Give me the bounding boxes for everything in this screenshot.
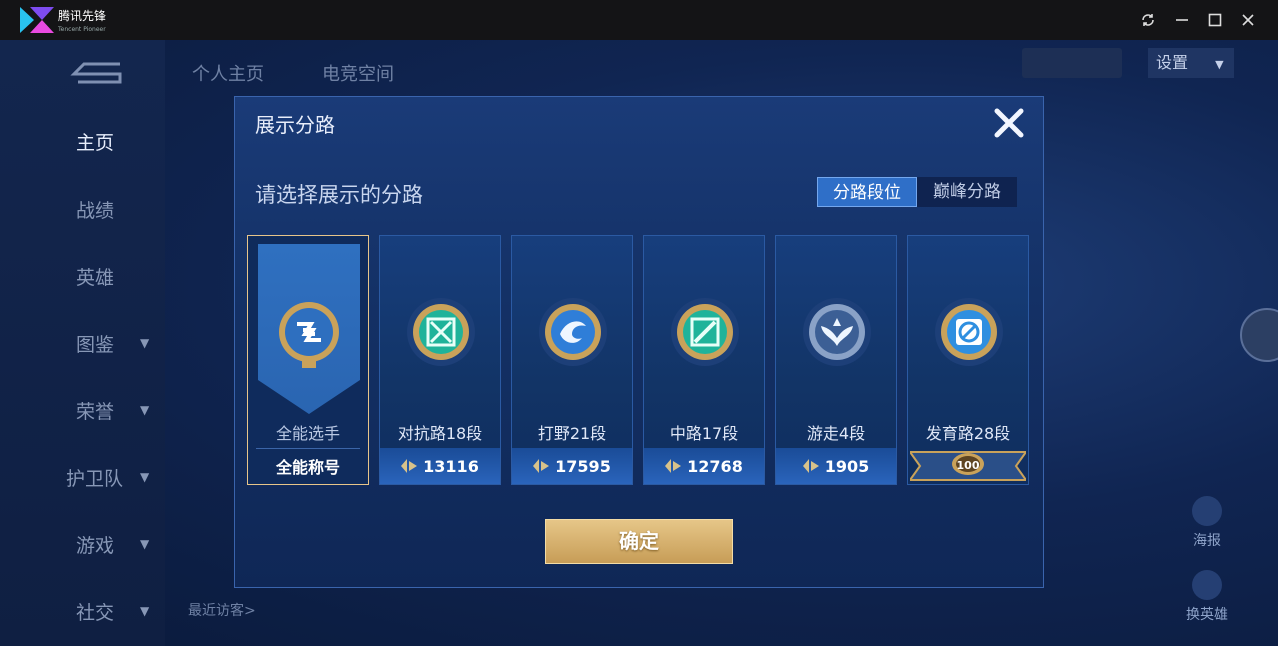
tab-lane-rank[interactable]: 分路段位: [817, 177, 917, 207]
minimize-icon[interactable]: [1172, 10, 1192, 30]
rank-points-icon: [802, 459, 819, 473]
card-name: 游走4段: [806, 424, 866, 443]
back-icon[interactable]: [70, 58, 124, 86]
rank-points: 12768: [687, 456, 743, 476]
refresh-icon[interactable]: [1138, 10, 1158, 30]
lane-card-jungle[interactable]: 打野21段 17595: [511, 235, 633, 485]
lane-card-clash[interactable]: 对抗路18段 13116: [379, 235, 501, 485]
app-logo-icon: [20, 7, 54, 33]
nav-honor[interactable]: 荣誉: [76, 397, 114, 424]
dialog-title: 展示分路: [255, 113, 335, 137]
card-footer: 全能称号: [248, 448, 368, 484]
poster-button[interactable]: 海报: [1180, 496, 1234, 550]
card-footer: 1905: [776, 448, 896, 484]
farm-lane-emblem-icon: [935, 298, 1003, 366]
rank-points: 1905: [824, 456, 870, 476]
poster-icon: [1192, 496, 1222, 526]
roam-emblem-icon: [803, 298, 871, 366]
chevron-down-icon: ▼: [140, 604, 150, 618]
card-footer: 12768: [644, 448, 764, 484]
card-footer-label: 全能称号: [275, 458, 340, 477]
nav-social[interactable]: 社交: [76, 598, 114, 625]
chevron-down-icon: ▼: [140, 470, 150, 484]
lane-card-farm[interactable]: 发育路28段 100: [907, 235, 1029, 485]
close-icon[interactable]: [1238, 10, 1258, 30]
rank-points-icon: [533, 459, 550, 473]
recent-visitors-link[interactable]: 最近访客>: [188, 600, 256, 620]
dialog-subtitle: 请选择展示的分路: [255, 183, 423, 207]
settings-button[interactable]: 设置 ▼: [1148, 48, 1234, 78]
top-rank-number: 100: [956, 459, 980, 472]
title-bar: 腾讯先锋 Tencent Pioneer: [0, 0, 1278, 40]
rank-points-icon: [401, 459, 418, 473]
card-footer: 13116: [380, 448, 500, 484]
nav-atlas[interactable]: 图鉴: [76, 330, 114, 357]
close-icon[interactable]: [991, 105, 1027, 141]
rank-points: 17595: [555, 456, 611, 476]
jungle-emblem-icon: [539, 298, 607, 366]
all-round-emblem-icon: [279, 302, 339, 368]
nav-guard[interactable]: 护卫队: [66, 464, 123, 491]
confirm-button[interactable]: 确定: [545, 519, 733, 564]
lane-card-roam[interactable]: 游走4段 1905: [775, 235, 897, 485]
tab-esports[interactable]: 电竞空间: [322, 60, 394, 86]
app-brand: 腾讯先锋 Tencent Pioneer: [58, 9, 107, 33]
nav-game[interactable]: 游戏: [76, 531, 114, 558]
card-footer: 17595: [512, 448, 632, 484]
maximize-icon[interactable]: [1205, 10, 1225, 30]
nav-home[interactable]: 主页: [76, 128, 114, 155]
vip-badge: [1022, 48, 1122, 78]
change-hero-button[interactable]: 换英雄: [1180, 570, 1234, 624]
tab-profile[interactable]: 个人主页: [192, 60, 264, 86]
lane-mode-switch: 分路段位 巅峰分路: [817, 177, 1017, 207]
change-hero-icon: [1192, 570, 1222, 600]
lane-display-dialog: 展示分路 请选择展示的分路 分路段位 巅峰分路 全能选手 全能称号 对抗路18段: [234, 96, 1044, 588]
rank-points: 13116: [423, 456, 479, 476]
lane-card-all-round[interactable]: 全能选手 全能称号: [247, 235, 369, 485]
clash-lane-emblem-icon: [407, 298, 475, 366]
card-name: 发育路28段: [925, 424, 1011, 443]
chevron-down-icon: ▼: [140, 537, 150, 551]
card-name: 全能选手: [275, 424, 340, 443]
chevron-down-icon: ▼: [140, 336, 150, 350]
rank-points-icon: [665, 459, 682, 473]
card-name: 中路17段: [669, 424, 739, 443]
tab-peak-lane[interactable]: 巅峰分路: [917, 177, 1017, 207]
card-name: 打野21段: [537, 424, 607, 443]
chevron-down-icon: ▼: [140, 403, 150, 417]
nav-heroes[interactable]: 英雄: [76, 263, 114, 290]
nav-record[interactable]: 战绩: [76, 196, 114, 223]
mid-lane-emblem-icon: [671, 298, 739, 366]
card-name: 对抗路18段: [397, 424, 483, 443]
lane-card-mid[interactable]: 中路17段 12768: [643, 235, 765, 485]
